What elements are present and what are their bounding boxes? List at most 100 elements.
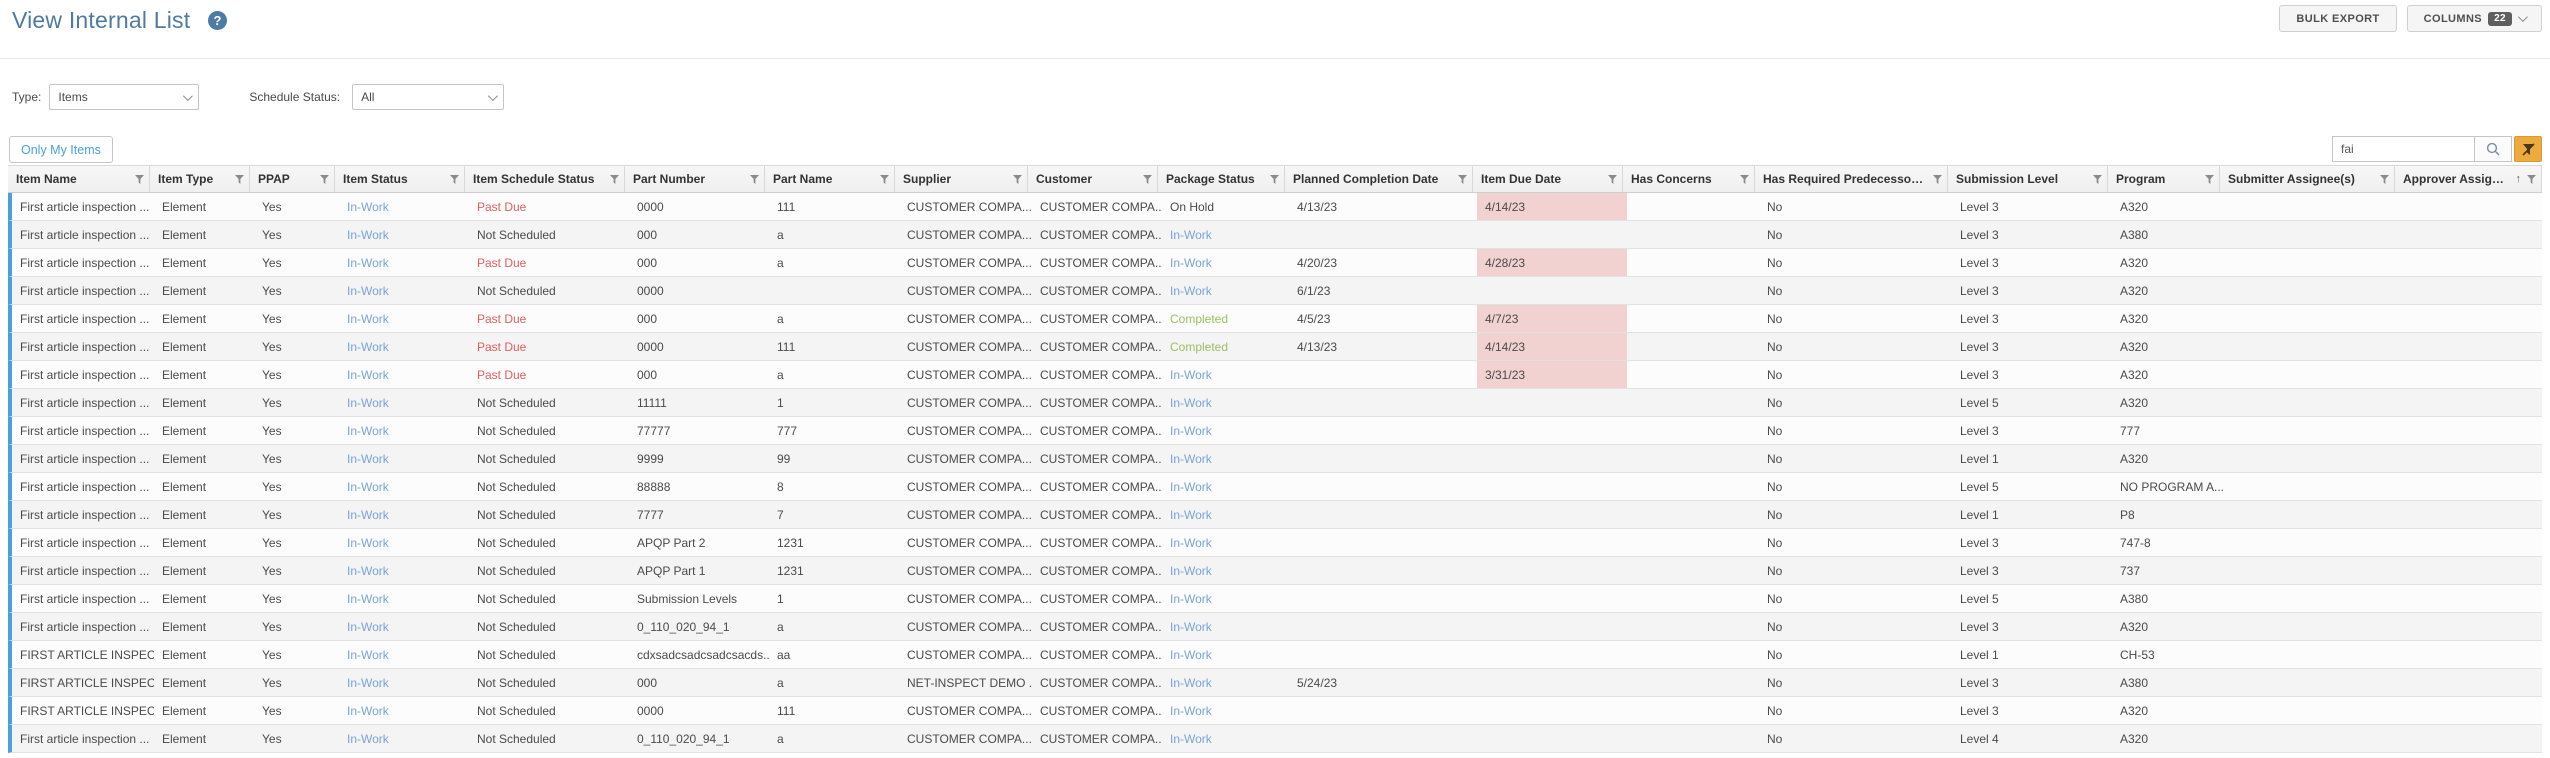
column-header-has-required-predecessors[interactable]: Has Required Predecessors? [1755, 166, 1948, 192]
submission-level-cell: Level 1 [1960, 451, 1999, 466]
has-required-predecessors-cell: No [1767, 395, 1783, 410]
column-header-approver-assignee-s[interactable]: Approver Assignee(s) ↑ [2395, 166, 2542, 192]
table-row[interactable]: First article inspection ... Element Yes In… [8, 277, 2542, 305]
submitter-assignees-cell [2224, 277, 2399, 304]
filter-icon[interactable] [2093, 175, 2102, 184]
customer-cell: CUSTOMER COMPA... [1040, 507, 1162, 522]
item-due-date-cell [1477, 417, 1627, 444]
column-header-part-name[interactable]: Part Name [765, 166, 895, 192]
item-due-date-cell [1477, 277, 1627, 304]
help-icon[interactable]: ? [208, 11, 227, 30]
only-my-items-button[interactable]: Only My Items [9, 136, 113, 163]
column-header-item-due-date[interactable]: Item Due Date [1473, 166, 1623, 192]
column-label: Package Status [1166, 172, 1255, 186]
search-button[interactable] [2474, 136, 2512, 162]
table-row[interactable]: FIRST ARTICLE INSPEC... Element Yes In-Work… [8, 641, 2542, 669]
table-row[interactable]: First article inspection ... Element Yes In… [8, 361, 2542, 389]
filter-icon[interactable] [1458, 175, 1467, 184]
ppap-cell: Yes [262, 507, 282, 522]
program-cell: A380 [2120, 591, 2149, 606]
filter-icon[interactable] [1013, 175, 1022, 184]
table-row[interactable]: FIRST ARTICLE INSPEC... Element Yes In-Work… [8, 697, 2542, 725]
has-required-predecessors-cell: No [1767, 283, 1783, 298]
part-number-cell: 000 [637, 367, 658, 382]
table-row[interactable]: First article inspection ... Element Yes In… [8, 557, 2542, 585]
package-status-cell: On Hold [1170, 199, 1215, 214]
filter-icon[interactable] [235, 175, 244, 184]
supplier-cell: CUSTOMER COMPA... [907, 423, 1032, 438]
filter-icon[interactable] [1143, 175, 1152, 184]
filter-icon[interactable] [135, 175, 144, 184]
has-concerns-cell [1627, 697, 1759, 724]
part-name-cell: 1 [777, 395, 784, 410]
grid-header: Item Name Item Type PPAP Item Status Item Sc… [8, 165, 2542, 193]
part-number-cell: 88888 [637, 479, 671, 494]
item-due-date-cell: 4/7/23 [1477, 305, 1627, 332]
approver-assignees-cell [2399, 277, 2546, 304]
filter-icon[interactable] [1933, 175, 1942, 184]
filter-icon[interactable] [880, 175, 889, 184]
column-header-supplier[interactable]: Supplier [895, 166, 1028, 192]
filter-icon[interactable] [1270, 175, 1279, 184]
filter-icon[interactable] [1740, 175, 1749, 184]
filter-icon[interactable] [1608, 175, 1617, 184]
table-row[interactable]: First article inspection ... Element Yes In… [8, 221, 2542, 249]
column-header-has-concerns[interactable]: Has Concerns [1623, 166, 1755, 192]
table-row[interactable]: First article inspection ... Element Yes In… [8, 249, 2542, 277]
item-status-cell: In-Work [347, 367, 389, 382]
columns-button[interactable]: COLUMNS 22 [2406, 5, 2542, 32]
part-number-cell: APQP Part 1 [637, 563, 706, 578]
filter-icon[interactable] [2205, 175, 2214, 184]
column-header-planned-completion-date[interactable]: Planned Completion Date [1285, 166, 1473, 192]
filter-icon[interactable] [610, 175, 619, 184]
column-header-part-number[interactable]: Part Number [625, 166, 765, 192]
supplier-cell: CUSTOMER COMPA... [907, 367, 1032, 382]
program-cell: A320 [2120, 395, 2149, 410]
table-row[interactable]: First article inspection ... Element Yes In… [8, 501, 2542, 529]
item-type-cell: Element [162, 535, 207, 550]
table-row[interactable]: First article inspection ... Element Yes In… [8, 333, 2542, 361]
item-status-cell: In-Work [347, 395, 389, 410]
filter-icon[interactable] [750, 175, 759, 184]
sort-ascending-icon: ↑ [2515, 173, 2522, 185]
item-type-cell: Element [162, 255, 207, 270]
column-header-item-schedule-status[interactable]: Item Schedule Status [465, 166, 625, 192]
table-row[interactable]: First article inspection ... Element Yes In… [8, 417, 2542, 445]
ppap-cell: Yes [262, 479, 282, 494]
filter-icon[interactable] [450, 175, 459, 184]
table-row[interactable]: First article inspection ... Element Yes In… [8, 389, 2542, 417]
customer-cell: CUSTOMER COMPA... [1040, 339, 1162, 354]
column-header-program[interactable]: Program [2108, 166, 2220, 192]
submission-level-cell: Level 3 [1960, 311, 1999, 326]
table-row[interactable]: First article inspection ... Element Yes In… [8, 725, 2542, 753]
column-header-item-type[interactable]: Item Type [150, 166, 250, 192]
part-number-cell: 0_110_020_94_1 [637, 731, 730, 746]
schedule-status-select[interactable]: All [352, 84, 505, 110]
table-row[interactable]: First article inspection ... Element Yes In… [8, 473, 2542, 501]
column-header-submission-level[interactable]: Submission Level [1948, 166, 2108, 192]
planned-completion-date-cell: 4/5/23 [1297, 311, 1331, 326]
item-type-cell: Element [162, 507, 207, 522]
part-name-cell: 111 [777, 339, 796, 354]
column-header-item-status[interactable]: Item Status [335, 166, 465, 192]
table-row[interactable]: First article inspection ... Element Yes In… [8, 305, 2542, 333]
clear-filter-button[interactable] [2514, 136, 2542, 162]
table-row[interactable]: First article inspection ... Element Yes In… [8, 529, 2542, 557]
has-concerns-cell [1627, 389, 1759, 416]
filter-icon[interactable] [2527, 175, 2536, 184]
column-header-item-name[interactable]: Item Name [8, 166, 150, 192]
table-row[interactable]: First article inspection ... Element Yes In… [8, 445, 2542, 473]
table-row[interactable]: First article inspection ... Element Yes In… [8, 193, 2542, 221]
bulk-export-button[interactable]: BULK EXPORT [2279, 5, 2397, 32]
table-row[interactable]: First article inspection ... Element Yes In… [8, 585, 2542, 613]
column-header-submitter-assignee-s[interactable]: Submitter Assignee(s) [2220, 166, 2395, 192]
table-row[interactable]: First article inspection ... Element Yes In… [8, 613, 2542, 641]
filter-icon[interactable] [320, 175, 329, 184]
search-input[interactable] [2332, 136, 2474, 162]
table-row[interactable]: FIRST ARTICLE INSPEC... Element Yes In-Work… [8, 669, 2542, 697]
type-select[interactable]: Items [49, 84, 200, 110]
column-header-ppap[interactable]: PPAP [250, 166, 335, 192]
filter-icon[interactable] [2380, 175, 2389, 184]
column-header-customer[interactable]: Customer [1028, 166, 1158, 192]
column-header-package-status[interactable]: Package Status [1158, 166, 1285, 192]
